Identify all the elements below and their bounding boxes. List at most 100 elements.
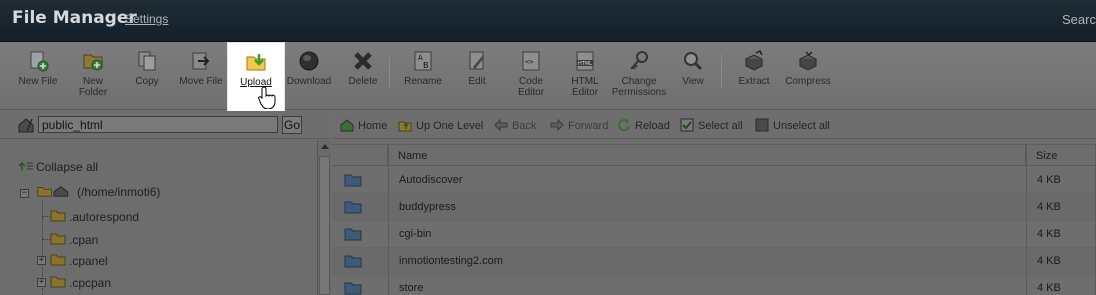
file-name: buddypress [399, 201, 456, 213]
html-editor-button[interactable]: HTML HTML Editor [555, 50, 615, 106]
table-row[interactable]: buddypress 4 KB [332, 194, 1096, 221]
checkbox-empty-icon [755, 118, 769, 132]
reload-icon [618, 119, 630, 132]
collapse-all-label: Collapse all [36, 160, 99, 174]
tree-item-cpcpan[interactable]: .cpcpan [50, 276, 111, 290]
code-editor-icon: <> [522, 51, 540, 71]
download-icon [299, 51, 319, 71]
compress-button[interactable]: Compress [778, 50, 838, 106]
folder-icon [344, 228, 362, 241]
view-button[interactable]: View [663, 50, 723, 106]
move-file-icon [192, 52, 210, 70]
svg-text:HTML: HTML [578, 61, 592, 67]
rename-button[interactable]: A B Rename [393, 50, 453, 106]
new-folder-button[interactable]: New Folder [63, 50, 123, 106]
folder-icon [50, 254, 66, 266]
back-arrow-icon [494, 118, 508, 132]
copy-button[interactable]: Copy [117, 50, 177, 106]
tree-expand-toggle[interactable]: + [37, 278, 46, 287]
folder-icon [50, 210, 66, 222]
move-file-button[interactable]: Move File [171, 50, 231, 106]
go-button[interactable]: Go [282, 116, 302, 134]
home-icon [340, 119, 354, 132]
delete-icon [354, 52, 372, 70]
tree-branch [42, 239, 50, 240]
html-editor-icon: HTML [576, 51, 594, 71]
folder-icon [50, 276, 66, 288]
name-column-header[interactable]: Name [388, 144, 1026, 166]
upload-highlight: Upload [227, 42, 285, 112]
new-folder-label: New Folder [78, 76, 108, 98]
download-button[interactable]: Download [279, 50, 339, 106]
new-file-button[interactable]: New File [8, 50, 68, 106]
select-all-label: Select all [698, 120, 743, 132]
unselect-all-label: Unselect all [773, 120, 830, 132]
select-all-button[interactable]: Select all [680, 118, 743, 132]
size-column-header[interactable]: Size [1026, 144, 1096, 166]
tree-item-cpan[interactable]: .cpan [50, 233, 98, 247]
code-editor-button[interactable]: <> Code Editor [501, 50, 561, 106]
unselect-all-button[interactable]: Unselect all [755, 118, 830, 132]
extract-button[interactable]: Extract [724, 50, 784, 106]
home-button[interactable]: Home [340, 118, 387, 132]
rename-label: Rename [404, 76, 442, 87]
file-size: 4 KB [1037, 174, 1061, 186]
hand-cursor-icon [258, 86, 276, 109]
up-one-level-button[interactable]: Up One Level [398, 118, 483, 132]
scrollbar-thumb[interactable] [319, 156, 330, 295]
delete-button[interactable]: Delete [333, 50, 393, 106]
table-row[interactable]: Autodiscover 4 KB [332, 167, 1096, 194]
up-one-level-label: Up One Level [416, 120, 484, 132]
tree-collapse-toggle[interactable]: − [20, 189, 29, 198]
app-header: File Manager Settings Search [0, 0, 1096, 42]
tree-item-cpanel[interactable]: .cpanel [50, 254, 108, 268]
permissions-icon [630, 51, 648, 70]
view-label: View [682, 76, 704, 87]
icon-column-header[interactable] [332, 144, 388, 166]
folder-icon [344, 201, 362, 214]
tree-item-autorespond[interactable]: .autorespond [50, 210, 139, 224]
toolbar-separator [389, 54, 390, 88]
compress-label: Compress [785, 76, 831, 87]
tree-scrollbar[interactable] [317, 140, 331, 295]
back-label: Back [512, 120, 537, 132]
path-input[interactable] [38, 116, 278, 133]
folder-icon [344, 282, 362, 295]
reload-button[interactable]: Reload [617, 118, 670, 132]
tree-expand-toggle[interactable]: + [37, 256, 46, 265]
scroll-up-arrow-icon[interactable] [321, 144, 329, 149]
search-label[interactable]: Search [1062, 12, 1096, 27]
back-button[interactable]: Back [494, 118, 536, 132]
collapse-icon [18, 161, 33, 171]
table-row[interactable]: store 4 KB [332, 275, 1096, 295]
home-folder-icon [37, 186, 69, 197]
forward-label: Forward [568, 120, 609, 132]
tree-item-label: .cpanel [69, 254, 108, 268]
collapse-all-button[interactable]: Collapse all [18, 160, 98, 174]
app-title: File Manager [12, 8, 137, 28]
path-bar: Go [0, 111, 330, 139]
new-folder-icon [83, 54, 103, 71]
svg-text:<>: <> [525, 58, 533, 66]
edit-button[interactable]: Edit [447, 50, 507, 106]
table-row[interactable]: inmotiontesting2.com 4 KB [332, 248, 1096, 275]
tree-item-label: .autorespond [69, 210, 140, 224]
delete-label: Delete [348, 76, 378, 87]
new-file-label: New File [18, 76, 58, 87]
html-editor-label: HTML Editor [571, 76, 599, 98]
table-row[interactable]: cgi-bin 4 KB [332, 221, 1096, 248]
toolbar: New File New Folder Copy Move File Uploa… [0, 42, 1096, 112]
settings-link[interactable]: Settings [125, 12, 168, 26]
folder-tree: Collapse all − (/home/inmoti6) .autoresp… [0, 140, 318, 295]
rename-icon: A B [414, 51, 432, 71]
change-permissions-button[interactable]: Change Permissions [609, 50, 669, 106]
file-table: Name Size Autodiscover 4 KB buddypress 4… [332, 140, 1096, 295]
tree-root[interactable]: (/home/inmoti6) [34, 185, 160, 199]
copy-icon [138, 51, 156, 71]
column-divider [388, 144, 389, 295]
column-divider [1026, 144, 1027, 295]
file-name: Autodiscover [399, 174, 463, 186]
forward-button[interactable]: Forward [550, 118, 608, 132]
file-name: inmotiontesting2.com [399, 255, 503, 267]
file-name: store [399, 282, 424, 294]
